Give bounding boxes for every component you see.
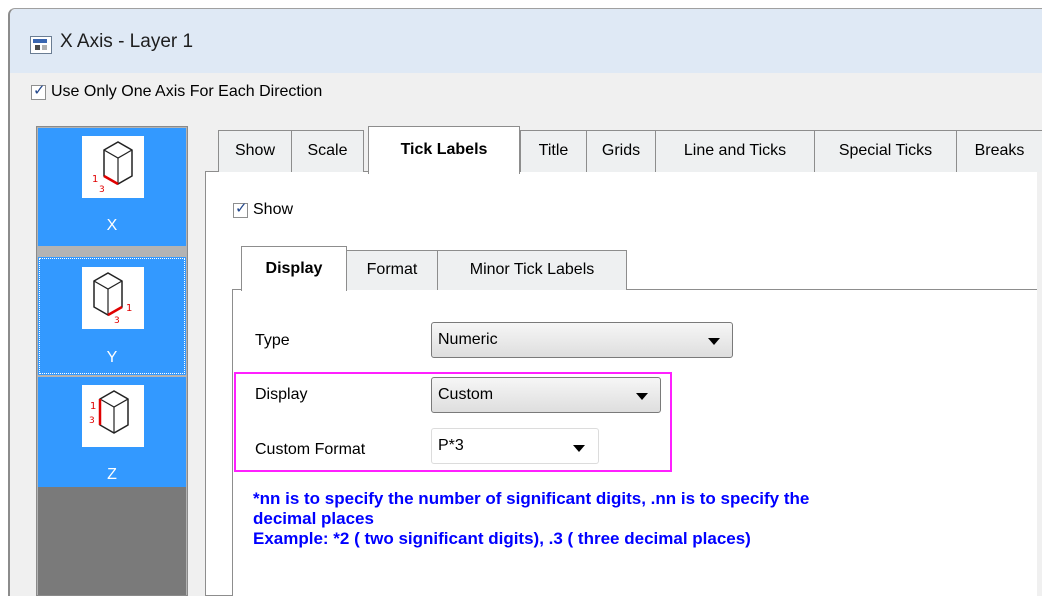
note-line-3: Example: *2 ( two significant digits), .… [253, 529, 751, 548]
window-title: X Axis - Layer 1 [60, 31, 194, 52]
show-label: Show [253, 201, 294, 218]
tab-title[interactable]: Title [520, 130, 587, 172]
axis-item-y[interactable]: 1 3 Y [38, 257, 186, 375]
custom-format-combobox[interactable]: P*3 [431, 428, 599, 464]
subtab-format[interactable]: Format [346, 250, 438, 290]
x-tick-mark-3: 3 [99, 185, 105, 195]
window-app-icon[interactable] [30, 36, 52, 54]
tab-special-ticks[interactable]: Special Ticks [814, 130, 957, 172]
display-label: Display [255, 386, 308, 403]
cube-y-axis-icon: 1 3 [82, 267, 144, 329]
cube-z-axis-icon: 1 3 [82, 385, 144, 447]
chevron-down-icon [573, 445, 585, 452]
chevron-down-icon [636, 393, 648, 400]
axis-list-empty-area [38, 487, 186, 595]
type-label: Type [255, 332, 290, 349]
tab-scale[interactable]: Scale [291, 130, 364, 172]
custom-format-label: Custom Format [255, 441, 366, 458]
use-one-axis-label: Use Only One Axis For Each Direction [51, 83, 323, 100]
x-tick-mark-1: 1 [92, 174, 98, 185]
chevron-down-icon [708, 338, 720, 345]
title-bar: X Axis - Layer 1 [10, 9, 1042, 73]
cube-x-axis-icon: 1 3 [82, 136, 144, 198]
y-tick-mark-3: 3 [114, 316, 120, 326]
type-dropdown[interactable]: Numeric [431, 322, 733, 358]
use-one-axis-checkbox[interactable] [31, 81, 46, 100]
note-line-1: *nn is to specify the number of signific… [253, 489, 810, 508]
axis-label-x: X [106, 217, 118, 234]
y-tick-mark-1: 1 [126, 303, 132, 314]
note-line-2: decimal places [253, 509, 374, 528]
display-dropdown[interactable]: Custom [431, 377, 661, 413]
axis-item-z[interactable]: 1 3 Z [38, 377, 186, 495]
axis-label-z: Z [107, 466, 117, 483]
tab-grids[interactable]: Grids [586, 130, 656, 172]
type-dropdown-value: Numeric [438, 331, 498, 348]
subtab-minor-tick-labels[interactable]: Minor Tick Labels [437, 250, 627, 290]
tab-tick-labels[interactable]: Tick Labels [368, 126, 520, 174]
tab-breaks[interactable]: Breaks [956, 130, 1042, 172]
tab-line-and-ticks[interactable]: Line and Ticks [655, 130, 815, 172]
custom-format-value: P*3 [438, 437, 464, 454]
axis-selector-panel: 1 3 X 1 3 Y 1 3 Z [36, 126, 188, 596]
subtab-display[interactable]: Display [241, 246, 347, 291]
show-checkbox[interactable] [233, 199, 248, 218]
custom-format-help-note: *nn is to specify the number of signific… [253, 489, 1042, 549]
z-tick-mark-3: 3 [89, 416, 95, 426]
tab-show[interactable]: Show [218, 130, 292, 172]
z-tick-mark-1: 1 [90, 401, 96, 412]
axis-item-x[interactable]: 1 3 X [38, 128, 186, 246]
display-dropdown-value: Custom [438, 386, 494, 403]
axis-label-y: Y [106, 349, 118, 366]
